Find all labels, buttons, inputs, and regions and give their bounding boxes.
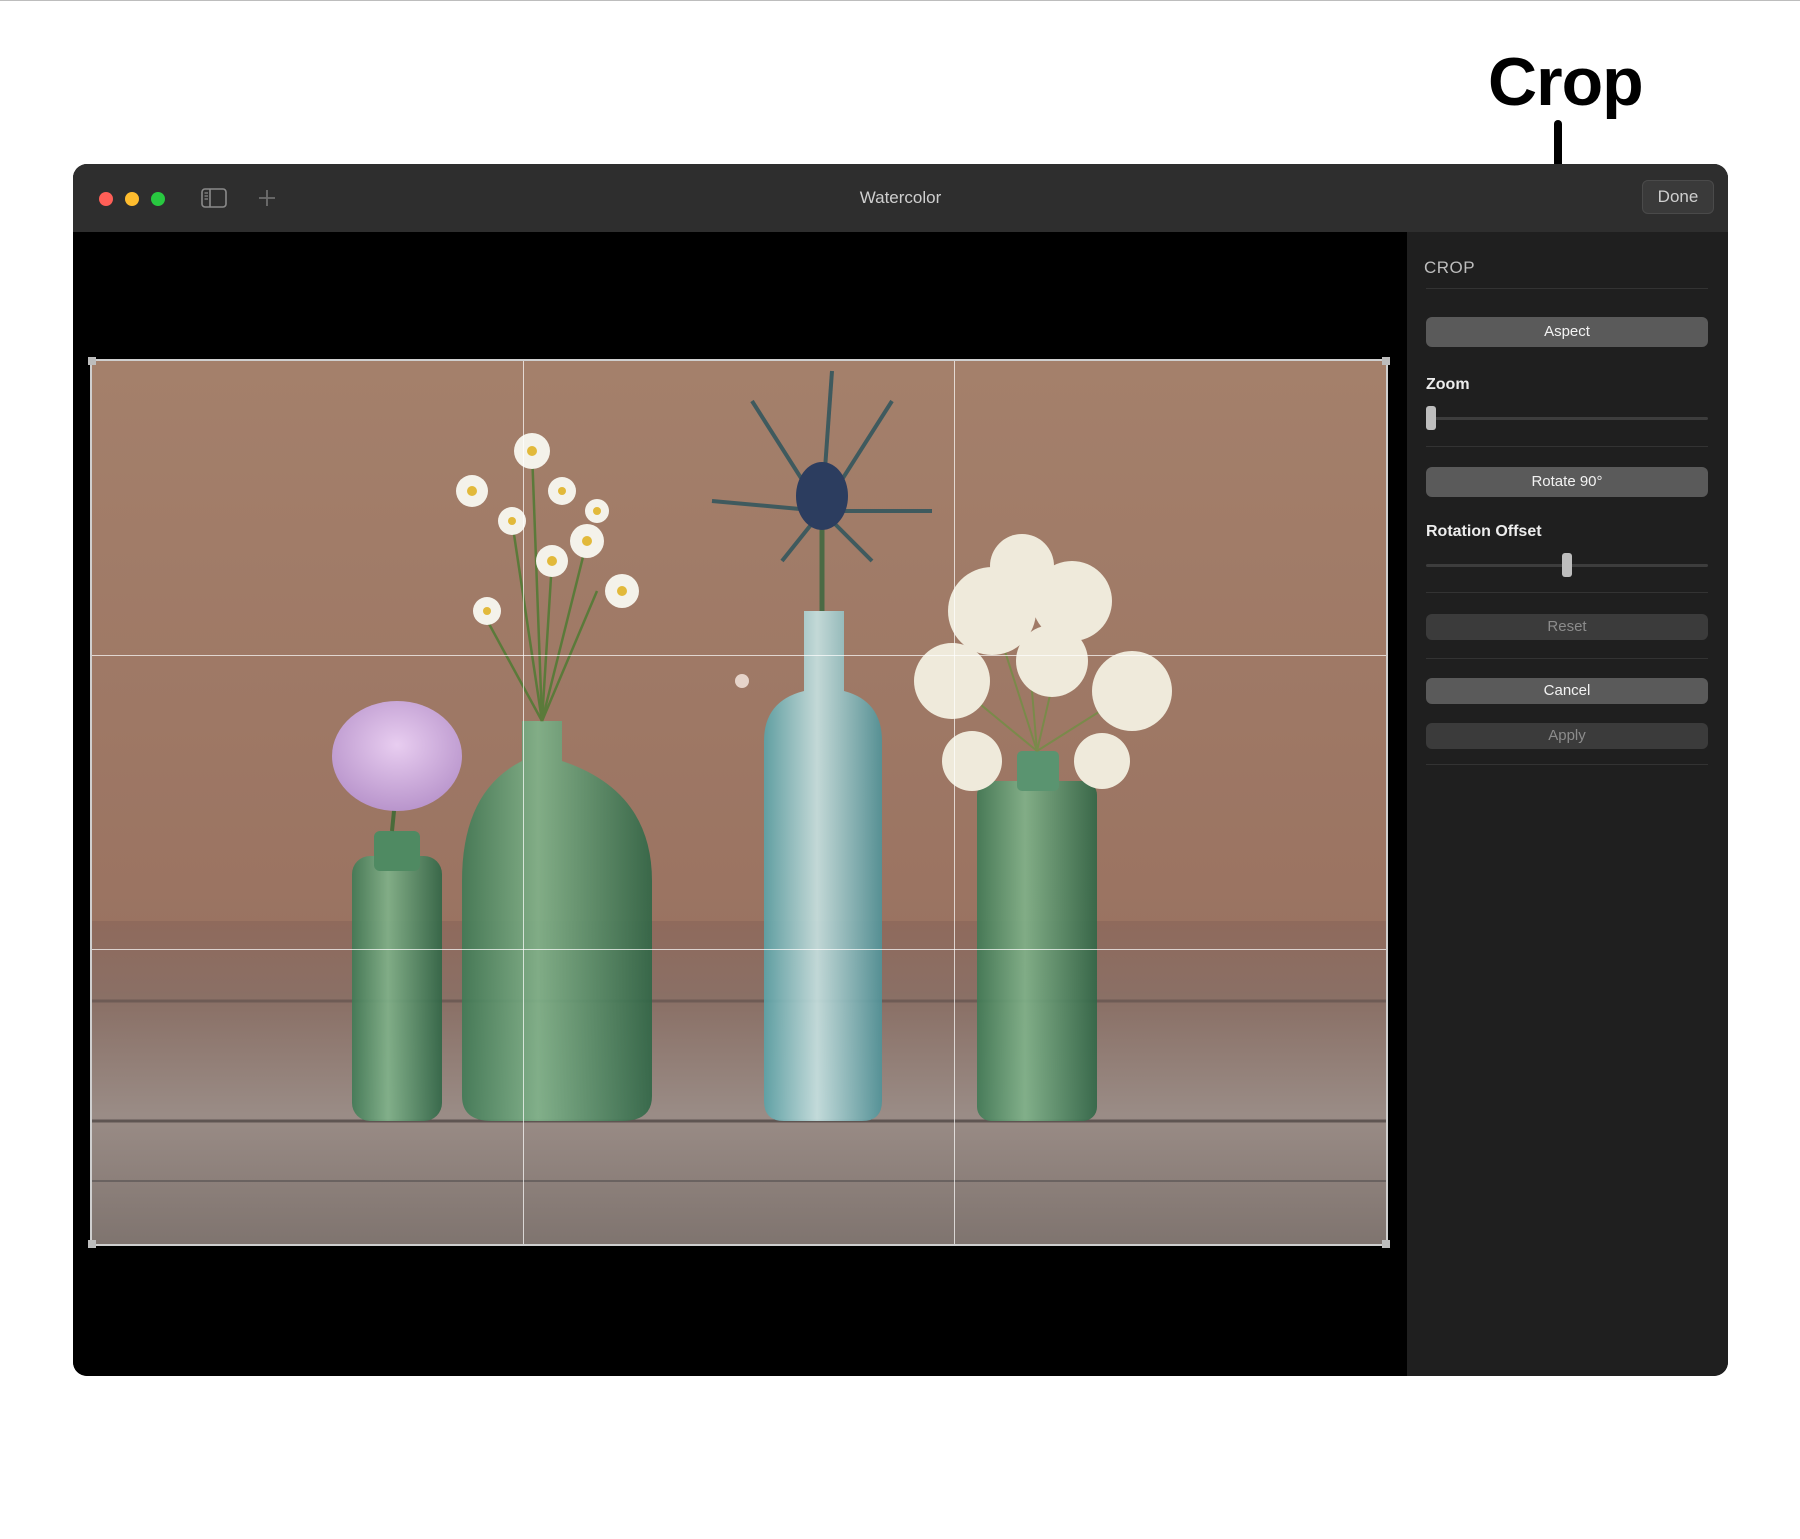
crop-grid-line-h2	[92, 949, 1386, 950]
reset-button[interactable]: Reset	[1426, 614, 1708, 640]
title-bar: Watercolor Done	[73, 164, 1728, 233]
zoom-slider[interactable]	[1426, 417, 1708, 420]
divider	[1426, 658, 1708, 659]
callout-label: Crop	[1488, 44, 1644, 120]
crop-handle-top-right[interactable]	[1382, 357, 1390, 365]
panel-heading: CROP	[1424, 258, 1476, 277]
bottles-with-flowers-image	[92, 361, 1386, 1244]
crop-handle-top-left[interactable]	[88, 357, 96, 365]
zoom-slider-knob[interactable]	[1426, 406, 1436, 430]
apply-button[interactable]: Apply	[1426, 723, 1708, 749]
divider	[1426, 764, 1708, 765]
zoom-label: Zoom	[1426, 376, 1470, 393]
cancel-button[interactable]: Cancel	[1426, 678, 1708, 704]
aspect-button[interactable]: Aspect	[1426, 317, 1708, 347]
window-title: Watercolor	[859, 188, 942, 207]
done-button[interactable]: Done	[1642, 180, 1714, 214]
divider	[1426, 592, 1708, 593]
rotate-90-button[interactable]: Rotate 90°	[1426, 467, 1708, 497]
crop-panel: CROP Aspect Zoom Rotate 90° Rotation Off…	[1407, 232, 1728, 1376]
rotation-offset-label: Rotation Offset	[1426, 523, 1542, 540]
crop-grid-line-v1	[523, 361, 524, 1244]
crop-photo[interactable]	[92, 361, 1386, 1244]
app-window: Watercolor Done CROP Aspect Zoom Rotate …	[73, 164, 1728, 1376]
divider	[1426, 446, 1708, 447]
crop-grid-line-h1	[92, 655, 1386, 656]
page-top-rule	[0, 0, 1800, 1]
image-canvas	[73, 232, 1407, 1376]
divider	[1426, 288, 1708, 289]
crop-handle-bottom-right[interactable]	[1382, 1240, 1390, 1248]
crop-grid-line-v2	[954, 361, 955, 1244]
crop-handle-bottom-left[interactable]	[88, 1240, 96, 1248]
rotation-offset-slider-knob[interactable]	[1562, 553, 1572, 577]
